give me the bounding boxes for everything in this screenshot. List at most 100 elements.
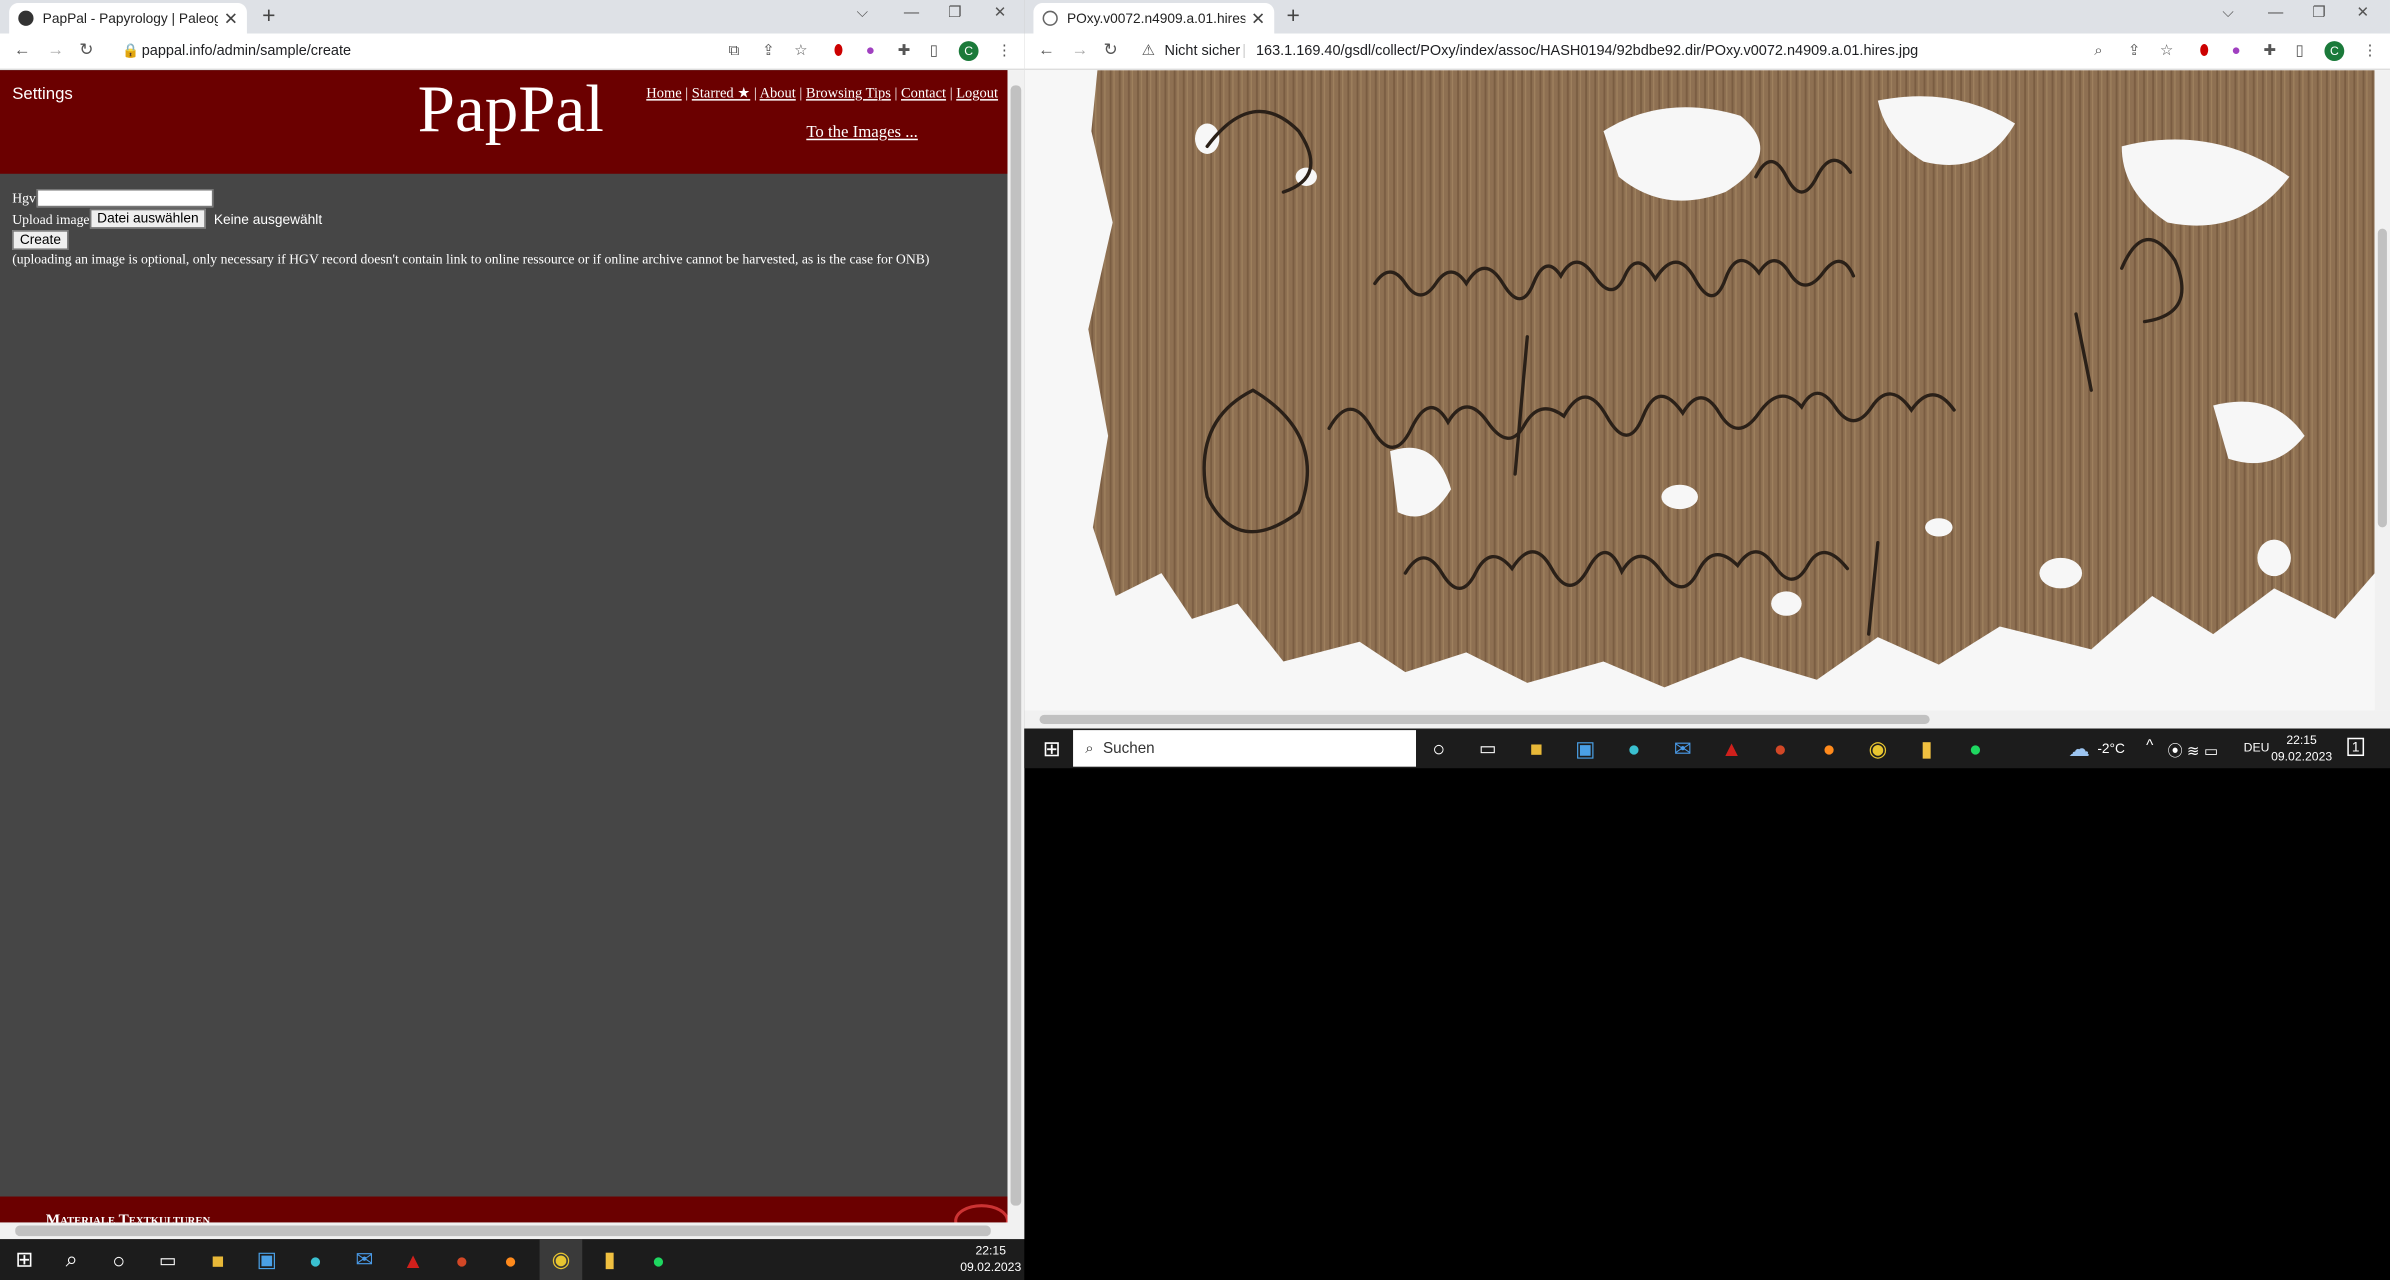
zoom-icon[interactable]: ⌕ [2094,41,2103,61]
nav-about[interactable]: About [760,87,796,102]
create-button[interactable]: Create [12,230,69,250]
menu-icon[interactable]: ⋮ [997,41,1012,61]
folder-icon[interactable]: ▮ [594,1239,624,1280]
restore-icon[interactable]: ❐ [948,5,962,22]
powerpoint-icon[interactable]: ● [447,1239,477,1280]
edge-icon[interactable]: ● [300,1239,330,1280]
store-icon[interactable]: ▣ [1570,729,1600,769]
spotify-icon[interactable]: ● [643,1239,673,1280]
forward-icon[interactable]: → [1072,41,1089,61]
spotify-icon[interactable]: ● [1960,729,1990,769]
warning-icon[interactable]: ⚠ [1142,41,1156,61]
share-icon[interactable]: ⇪ [762,41,775,61]
scrollbar-thumb[interactable] [2377,228,2387,528]
cortana-icon[interactable]: ○ [104,1239,134,1280]
nav-contact[interactable]: Contact [901,87,946,102]
mail-icon[interactable]: ✉ [349,1239,379,1280]
nav-starred[interactable]: Starred ★ [692,87,750,102]
puzzle-icon[interactable]: ✚ [898,41,911,61]
file-explorer-icon[interactable]: ■ [1521,729,1551,769]
new-tab-icon[interactable]: + [262,4,275,29]
firefox-icon[interactable]: ● [1814,729,1844,769]
profile-avatar[interactable]: C [958,41,979,61]
tab-image[interactable]: POxy.v0072.n4909.a.01.hires.jpg ✕ [1033,3,1275,34]
vertical-scrollbar[interactable] [1007,70,1025,1240]
mail-icon[interactable]: ✉ [1668,729,1698,769]
translate-icon[interactable]: ⧉ [729,41,740,61]
weather-icon[interactable]: ☁ [2064,729,2094,769]
security-status[interactable]: Nicht sicher [1165,43,1241,60]
profile-avatar[interactable]: C [2324,41,2345,61]
url-field[interactable]: pappal.info/admin/sample/create [142,43,351,60]
extension-icon[interactable]: ⬮ [2199,41,2209,61]
settings-link[interactable]: Settings [12,85,73,103]
extension-icon[interactable]: ● [866,41,875,61]
vertical-scrollbar[interactable] [2374,70,2390,711]
close-window-icon[interactable]: ✕ [994,5,1007,22]
sidebar-icon[interactable]: ▯ [930,41,938,61]
scrollbar-thumb[interactable] [15,1225,991,1237]
to-images-link[interactable]: To the Images ... [806,123,918,141]
back-icon[interactable]: ← [1038,41,1055,61]
back-icon[interactable]: ← [14,41,31,61]
image-viewer[interactable] [1024,70,2375,711]
horizontal-scrollbar[interactable] [0,1222,1008,1240]
chevron-down-icon[interactable]: ⌵ [857,5,869,22]
nav-logout[interactable]: Logout [956,87,998,102]
star-icon[interactable]: ☆ [794,41,808,61]
clock-date: 09.02.2023 [960,1260,1022,1275]
nav-home[interactable]: Home [646,87,681,102]
minimize-icon[interactable]: — [2268,5,2283,22]
url-field[interactable]: 163.1.169.40/gsdl/collect/POxy/index/ass… [1256,43,1918,60]
new-tab-icon[interactable]: + [1286,4,1299,29]
choose-file-button[interactable]: Datei auswählen [89,208,207,229]
windows-start-icon[interactable]: ⊞ [1036,729,1066,769]
extension-icon[interactable]: ⬮ [834,41,844,61]
sidebar-icon[interactable]: ▯ [2295,41,2303,61]
acrobat-icon[interactable]: ▲ [1716,729,1746,769]
tray-icons[interactable]: ⦿ ≋ ▭ [2167,738,2218,761]
lock-icon[interactable]: 🔒 [122,41,139,61]
store-icon[interactable]: ▣ [251,1239,281,1280]
minimize-icon[interactable]: — [904,5,919,22]
search-icon[interactable]: ⌕ [56,1239,86,1280]
task-view-icon[interactable]: ▭ [152,1239,182,1280]
powerpoint-icon[interactable]: ● [1765,729,1795,769]
taskbar-clock[interactable]: 22:15 09.02.2023 [2271,732,2332,766]
notification-icon[interactable]: 1 [2347,737,2365,757]
scrollbar-thumb[interactable] [1010,85,1022,1206]
forward-icon[interactable]: → [47,41,64,61]
task-view-icon[interactable]: ▭ [1472,729,1502,769]
share-icon[interactable]: ⇪ [2128,41,2141,61]
language-indicator[interactable]: DEU [2244,741,2270,755]
tab-pappal[interactable]: PapPal - Papyrology | Paleograph ✕ [9,3,247,34]
papyrus-image [1088,70,2375,688]
puzzle-icon[interactable]: ✚ [2263,41,2276,61]
star-icon[interactable]: ☆ [2160,41,2174,61]
edge-icon[interactable]: ● [1619,729,1649,769]
extension-icon[interactable]: ● [2231,41,2240,61]
cortana-icon[interactable]: ○ [1424,729,1454,769]
scrollbar-thumb[interactable] [1039,714,1930,725]
close-window-icon[interactable]: ✕ [2356,5,2369,22]
reload-icon[interactable]: ↻ [79,41,93,61]
restore-icon[interactable]: ❐ [2312,5,2326,22]
folder-icon[interactable]: ▮ [1911,729,1941,769]
nav-browsing-tips[interactable]: Browsing Tips [806,87,891,102]
close-tab-icon[interactable]: ✕ [1251,8,1265,28]
taskbar-search[interactable]: ⌕ Suchen [1073,730,1417,767]
file-explorer-icon[interactable]: ■ [203,1239,233,1280]
firefox-icon[interactable]: ● [495,1239,525,1280]
windows-start-icon[interactable]: ⊞ [9,1239,39,1280]
chrome-icon[interactable]: ◉ [539,1239,583,1280]
close-tab-icon[interactable]: ✕ [224,8,238,28]
menu-icon[interactable]: ⋮ [2363,41,2378,61]
chevron-down-icon[interactable]: ⌵ [2222,5,2234,22]
taskbar-clock[interactable]: 22:15 09.02.2023 [957,1242,1024,1276]
horizontal-scrollbar[interactable] [1024,710,2390,729]
chrome-icon[interactable]: ◉ [1863,729,1893,769]
hgv-input[interactable] [35,188,213,207]
tray-chevron-icon[interactable]: ^ [2146,738,2153,755]
acrobat-icon[interactable]: ▲ [398,1239,428,1280]
reload-icon[interactable]: ↻ [1104,41,1118,61]
